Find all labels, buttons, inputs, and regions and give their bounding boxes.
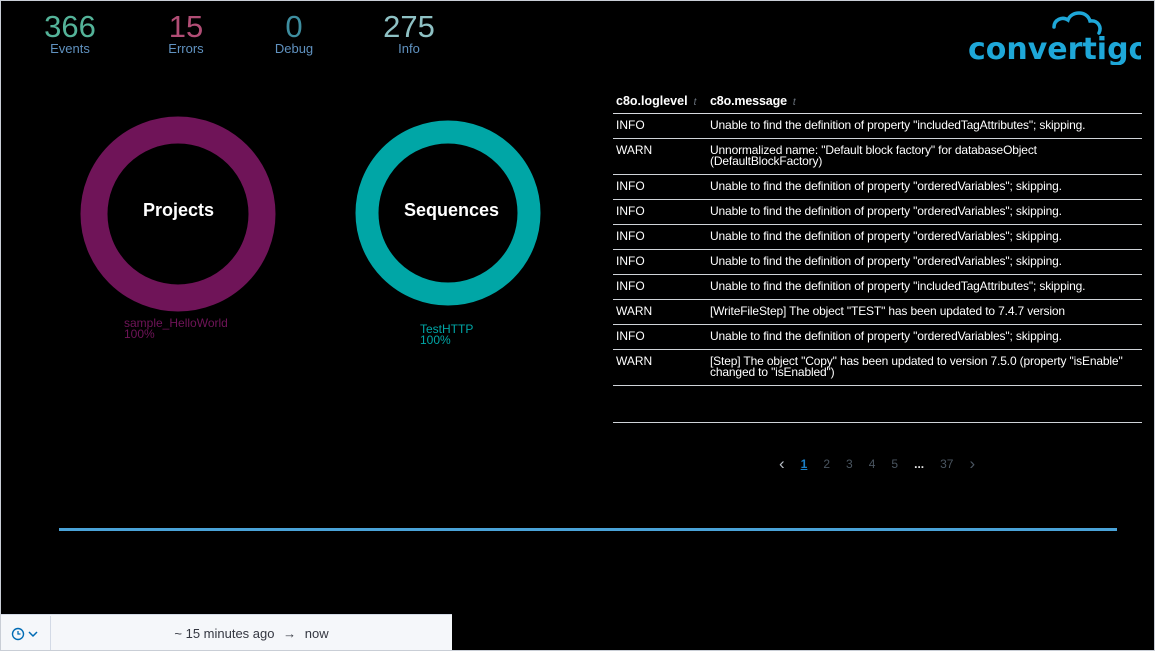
table-row[interactable]: WARN [Step] The object "Copy" has been up… <box>613 350 1142 386</box>
metric-label: Errors <box>168 41 204 56</box>
quick-select-button[interactable] <box>1 615 51 650</box>
log-table: c8o.loglevel t c8o.message t INFO Unable to… <box>613 89 1142 423</box>
sort-icon[interactable]: t <box>793 97 796 108</box>
table-row[interactable]: INFO Unable to find the definition of pro… <box>613 225 1142 250</box>
metric-info: 275 Info <box>377 11 441 56</box>
cell-loglevel: INFO <box>616 254 645 268</box>
metric-errors: 15 Errors <box>161 11 211 56</box>
cell-message: [WriteFileStep] The object "TEST" has be… <box>710 304 1065 318</box>
page-1[interactable]: 1 <box>801 457 808 471</box>
table-row[interactable]: INFO Unable to find the definition of pro… <box>613 275 1142 300</box>
page-last[interactable]: 37 <box>940 457 953 471</box>
cell-loglevel: INFO <box>616 329 645 343</box>
column-header-loglevel[interactable]: c8o.loglevel t <box>613 94 710 108</box>
metric-label: Events <box>50 41 90 56</box>
table-row[interactable]: WARN [WriteFileStep] The object "TEST" ha… <box>613 300 1142 325</box>
dashboard: 366 Events 15 Errors 0 Debug 275 Info co… <box>0 0 1155 651</box>
metric-value: 15 <box>168 9 204 44</box>
cell-message: Unable to find the definition of propert… <box>710 329 1062 343</box>
cell-loglevel: INFO <box>616 118 645 132</box>
logo-text: convertigo <box>968 32 1141 65</box>
cell-message: Unable to find the definition of propert… <box>710 254 1062 268</box>
cell-message: Unable to find the definition of propert… <box>710 118 1086 132</box>
table-row[interactable]: INFO Unable to find the definition of pro… <box>613 175 1142 200</box>
metric-label: Info <box>398 41 420 56</box>
cell-loglevel: INFO <box>616 179 645 193</box>
column-header-label: c8o.loglevel <box>616 94 688 108</box>
metric-value: 275 <box>383 9 435 44</box>
table-row[interactable]: WARN Unnormalized name: "Default block fa… <box>613 139 1142 175</box>
table-row[interactable]: INFO Unable to find the definition of pro… <box>613 250 1142 275</box>
table-row[interactable]: INFO Unable to find the definition of pro… <box>613 200 1142 225</box>
metric-events: 366 Events <box>39 11 101 56</box>
page-5[interactable]: 5 <box>891 457 898 471</box>
time-picker: ~ 15 minutes ago → now <box>1 614 452 650</box>
cell-loglevel: INFO <box>616 279 645 293</box>
legend-percent: 100% <box>420 333 451 347</box>
page-3[interactable]: 3 <box>846 457 853 471</box>
arrow-right-icon: → <box>283 626 297 641</box>
projects-legend[interactable]: sample_HelloWorld 100% <box>124 317 228 341</box>
metric-value: 0 <box>285 9 303 44</box>
convertigo-logo: convertigo <box>966 7 1149 67</box>
cell-message: Unable to find the definition of propert… <box>710 279 1086 293</box>
table-header: c8o.loglevel t c8o.message t <box>613 89 1142 114</box>
page-ellipsis: ... <box>914 457 925 471</box>
timeline-chart-line[interactable] <box>59 528 1117 531</box>
metric-debug: 0 Debug <box>269 11 319 56</box>
page-4[interactable]: 4 <box>869 457 876 471</box>
chevron-down-icon <box>27 630 38 637</box>
sort-icon[interactable]: t <box>694 97 697 108</box>
cell-loglevel: INFO <box>616 204 645 218</box>
cell-message: Unnormalized name: "Default block factor… <box>710 143 1037 168</box>
legend-percent: 100% <box>124 327 155 341</box>
cell-message: Unable to find the definition of propert… <box>710 204 1062 218</box>
table-row[interactable]: INFO Unable to find the definition of pro… <box>613 325 1142 350</box>
metric-value: 366 <box>44 9 96 44</box>
cell-loglevel: WARN <box>616 354 653 368</box>
prev-page-icon[interactable]: ‹ <box>779 454 785 474</box>
cell-loglevel: WARN <box>616 304 653 318</box>
projects-title: Projects <box>142 200 215 220</box>
sequences-title: Sequences <box>403 200 500 220</box>
cell-message: Unable to find the definition of propert… <box>710 229 1062 243</box>
time-range-display[interactable]: ~ 15 minutes ago → now <box>51 626 452 641</box>
time-to[interactable]: now <box>305 626 329 641</box>
time-from[interactable]: ~ 15 minutes ago <box>174 626 274 641</box>
cell-loglevel: WARN <box>616 143 653 157</box>
pagination: ‹ 1 2 3 4 5 ... 37 › <box>771 454 983 474</box>
cell-loglevel: INFO <box>616 229 645 243</box>
metric-label: Debug <box>274 41 314 56</box>
sequences-legend[interactable]: TestHTTP 100% <box>420 323 473 347</box>
cell-message: Unable to find the definition of propert… <box>710 179 1062 193</box>
next-page-icon[interactable]: › <box>969 454 975 474</box>
column-header-label: c8o.message <box>710 94 787 108</box>
cell-message: [Step] The object "Copy" has been update… <box>710 354 1123 379</box>
page-2[interactable]: 2 <box>823 457 830 471</box>
table-row[interactable]: INFO Unable to find the definition of pro… <box>613 114 1142 139</box>
table-footer <box>613 386 1142 423</box>
clock-icon <box>11 627 38 640</box>
table-body: INFO Unable to find the definition of pro… <box>613 114 1142 386</box>
column-header-message[interactable]: c8o.message t <box>710 94 1142 108</box>
